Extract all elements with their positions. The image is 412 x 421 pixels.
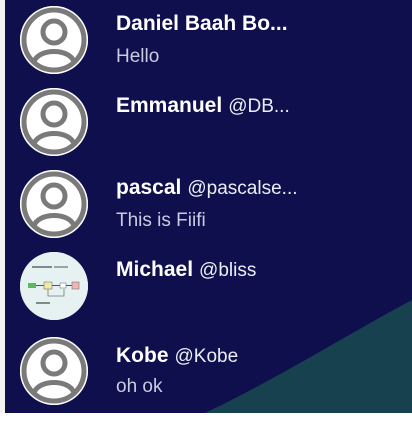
contact-name: Kobe <box>116 344 169 367</box>
last-message: This is Fiifi <box>116 210 206 231</box>
chat-title: Michael @bliss <box>116 258 406 282</box>
chat-title: Emmanuel @DB... <box>116 94 406 118</box>
contact-handle: @pascalse... <box>187 178 298 199</box>
chat-item[interactable]: Emmanuel @DB... <box>5 82 412 162</box>
chat-item[interactable]: Michael @bliss <box>5 246 412 326</box>
default-avatar-icon <box>20 337 88 405</box>
chat-list: Daniel Baah Bo... Hello Emmanuel@DB... <box>5 0 412 413</box>
contact-handle: @Kobe <box>174 346 239 367</box>
contact-name: pascal <box>116 176 182 199</box>
contact-name: Daniel Baah Bo... <box>116 12 288 35</box>
contact-name: Michael <box>116 258 194 281</box>
default-avatar-icon <box>20 170 88 238</box>
contact-name: Emmanuel <box>116 94 223 117</box>
chat-title: pascal @pascalse... <box>116 176 406 200</box>
contact-handle: @DB... <box>228 96 290 117</box>
default-avatar-icon <box>20 88 88 156</box>
chat-item[interactable]: pascal @pascalse... This is Fiifi <box>5 164 412 244</box>
chat-title: Kobe @Kobe <box>116 344 406 368</box>
diagram-thumbnail-avatar <box>20 252 88 320</box>
last-message: Hello <box>116 46 160 67</box>
bottom-edge <box>0 413 412 421</box>
contact-handle: @bliss <box>199 260 257 281</box>
chat-title: Daniel Baah Bo... <box>116 12 406 36</box>
default-avatar-icon <box>20 6 88 74</box>
last-message: oh ok <box>116 376 163 397</box>
chat-item[interactable]: Daniel Baah Bo... Hello <box>5 0 412 80</box>
chat-item[interactable]: Kobe @Kobe oh ok <box>5 328 412 408</box>
